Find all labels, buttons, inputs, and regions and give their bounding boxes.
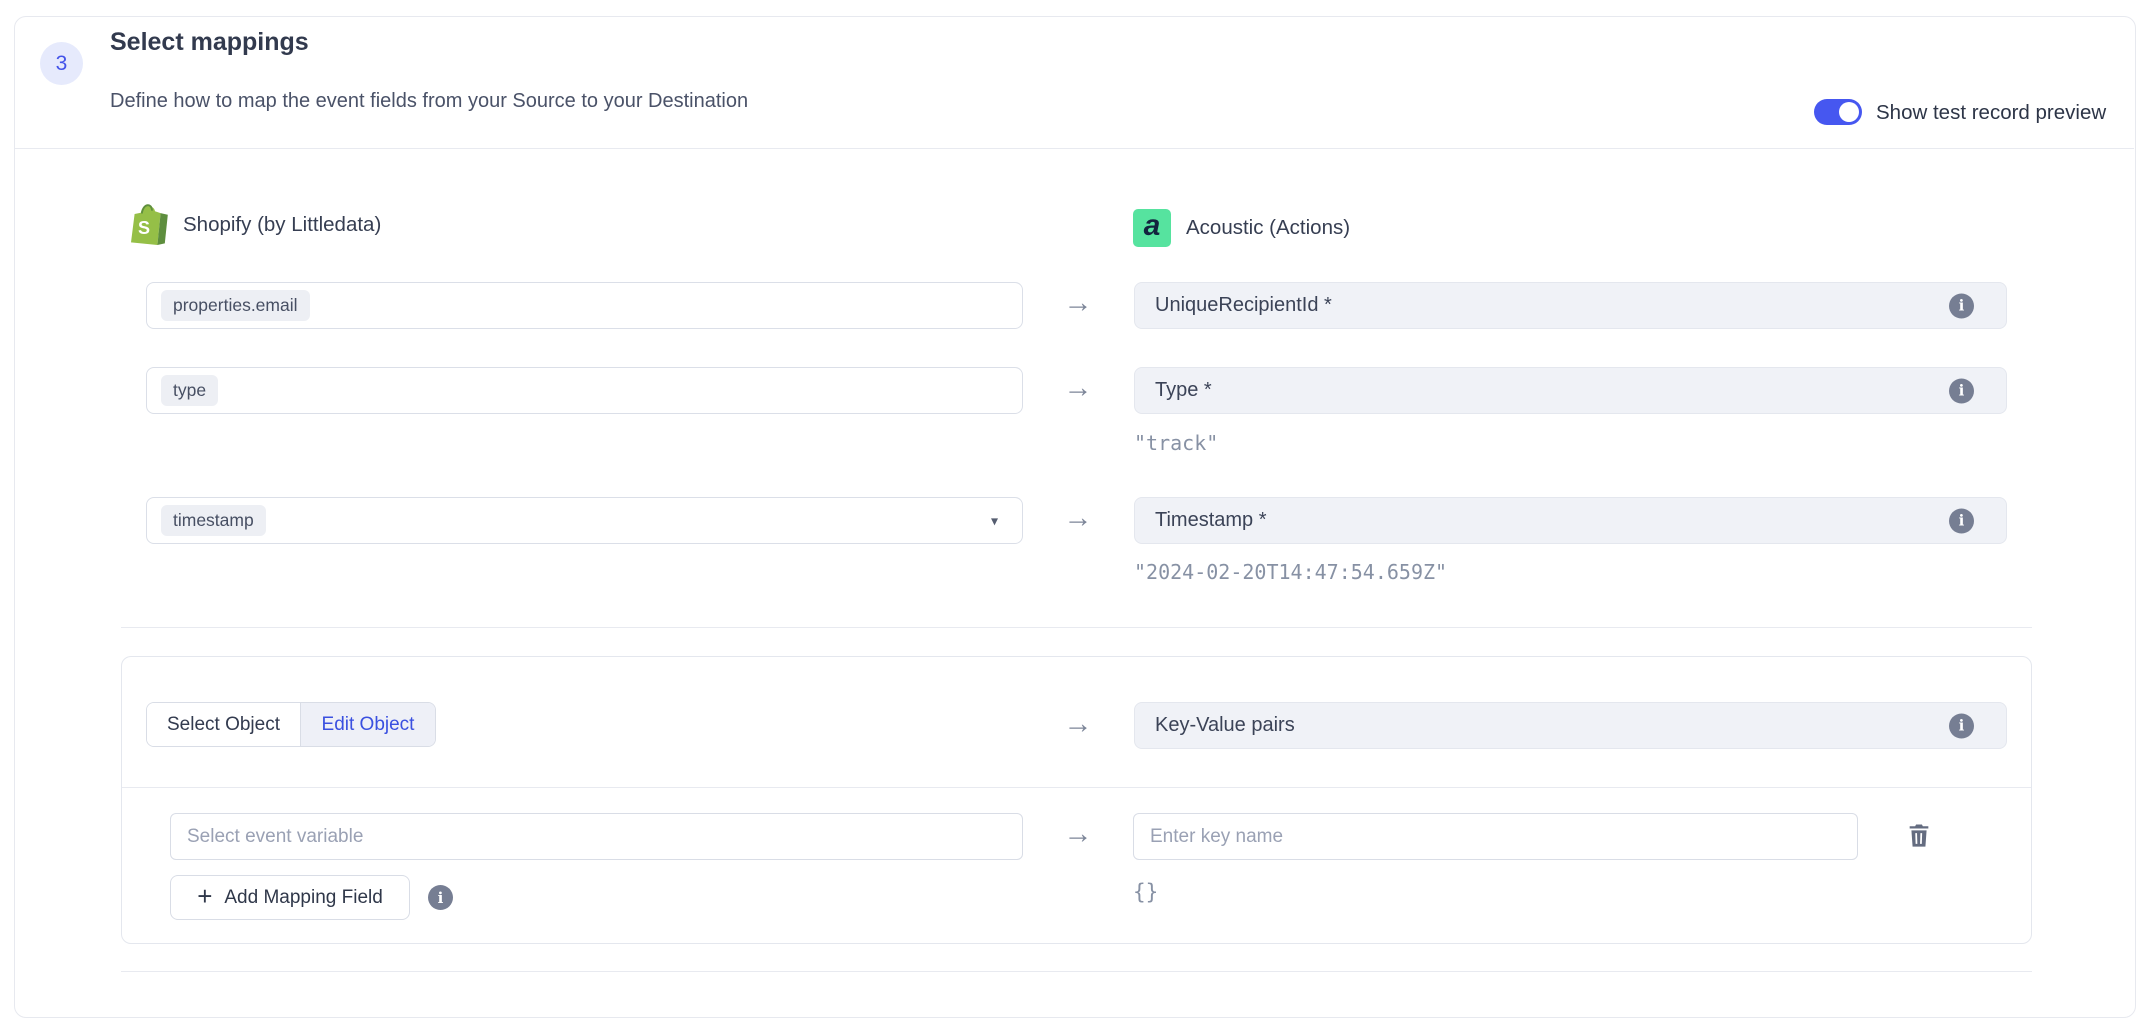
add-mapping-field-label: Add Mapping Field [224,887,382,909]
info-icon[interactable]: i [1949,293,1974,318]
key-name-input[interactable] [1133,813,1858,860]
object-preview-value: {} [1133,880,1158,904]
source-header: S Shopify (by Littledata) [128,203,381,247]
tab-edit-object[interactable]: Edit Object [301,703,435,746]
dest-field-unique-recipient-id: UniqueRecipientId * i [1134,282,2007,329]
field-chip[interactable]: properties.email [161,290,310,322]
svg-text:S: S [138,218,150,238]
arrow-right-icon: → [1060,374,1096,403]
header-divider [15,148,2134,149]
chevron-down-icon[interactable]: ▾ [991,512,998,529]
dest-field-label: Timestamp * [1155,509,1267,532]
page-subtitle: Define how to map the event fields from … [110,90,748,113]
event-variable-input[interactable] [170,813,1023,860]
shopify-bag-icon: S [128,203,168,247]
source-field-timestamp[interactable]: timestamp ▾ [146,497,1023,544]
source-field-type[interactable]: type [146,367,1023,414]
dest-field-timestamp: Timestamp * i [1134,497,2007,544]
toggle-knob-icon [1839,102,1859,122]
source-field-properties-email[interactable]: properties.email [146,282,1023,329]
show-test-record-toggle[interactable] [1814,99,1862,125]
dest-field-type: Type * i [1134,367,2007,414]
dest-field-label: UniqueRecipientId * [1155,294,1332,317]
field-chip[interactable]: timestamp [161,505,266,537]
arrow-right-icon: → [1060,820,1096,849]
trash-icon[interactable] [1905,821,1933,849]
dest-field-key-value-pairs: Key-Value pairs i [1134,702,2007,749]
field-chip[interactable]: type [161,375,218,407]
destination-header: a Acoustic (Actions) [1133,206,1350,250]
toggle-label: Show test record preview [1876,101,2106,125]
source-name: Shopify (by Littledata) [183,213,381,237]
dest-field-label: Key-Value pairs [1155,714,1295,737]
acoustic-a-icon: a [1133,209,1171,247]
info-icon[interactable]: i [1949,508,1974,533]
test-record-preview-value: "2024-02-20T14:47:54.659Z" [1134,560,1447,584]
object-mode-tabs: Select Object Edit Object [146,702,436,747]
arrow-right-icon: → [1060,289,1096,318]
info-icon[interactable]: i [1949,713,1974,738]
bottom-divider [121,971,2032,972]
step-badge: 3 [40,42,83,85]
info-icon[interactable]: i [428,885,453,910]
section-divider [121,627,2032,628]
test-record-preview-value: "track" [1134,431,1218,455]
tab-select-object[interactable]: Select Object [147,703,301,746]
add-mapping-field-button[interactable]: + Add Mapping Field [170,875,410,920]
plus-icon: + [197,883,212,909]
dest-field-label: Type * [1155,379,1212,402]
object-card-divider [122,787,2031,788]
info-icon[interactable]: i [1949,378,1974,403]
page-title: Select mappings [110,28,309,57]
arrow-right-icon: → [1060,710,1096,739]
destination-name: Acoustic (Actions) [1186,216,1350,240]
arrow-right-icon: → [1060,504,1096,533]
